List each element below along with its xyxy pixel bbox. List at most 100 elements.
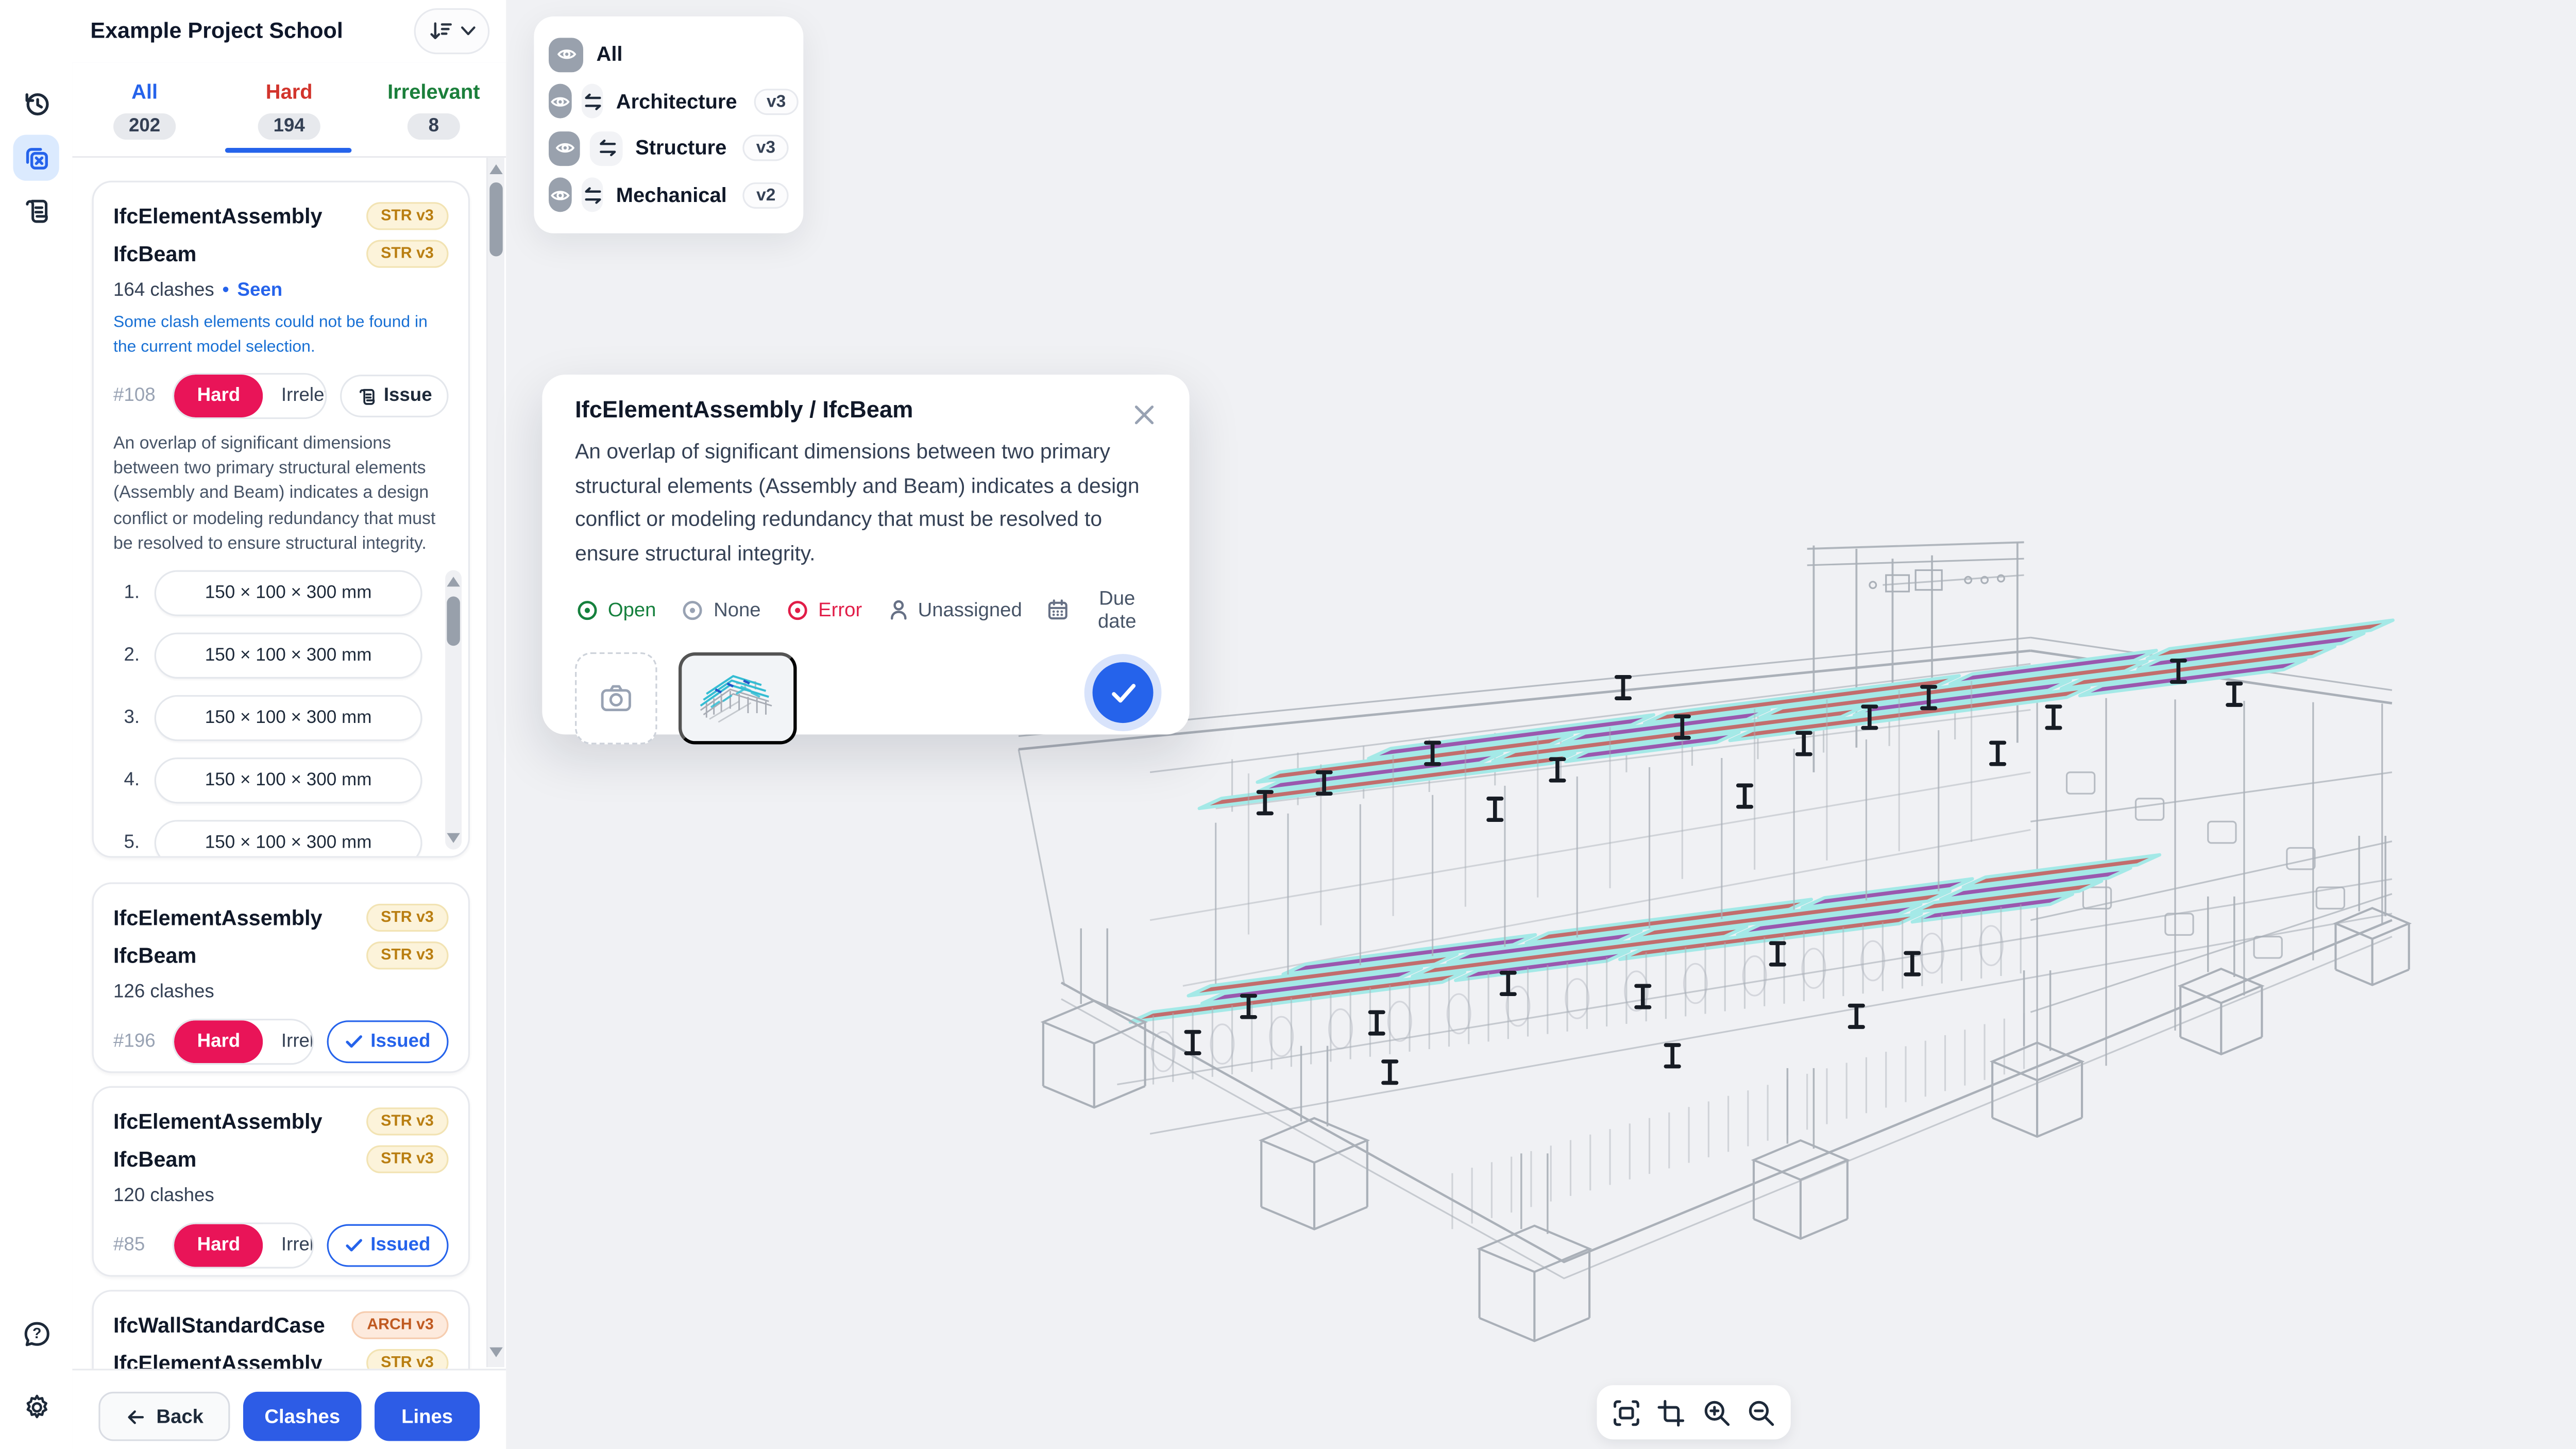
chevron-down-icon <box>459 25 476 38</box>
crop-icon <box>1656 1397 1686 1427</box>
dimension-pill[interactable]: 150 × 100 × 300 mm <box>155 820 422 857</box>
scroll-up-arrow[interactable] <box>447 577 460 586</box>
layer-row-mechanical: Mechanical v2 <box>549 172 789 218</box>
tab-irrelevant[interactable]: Irrelevant 8 <box>362 62 506 156</box>
layer-version-badge: v2 <box>743 182 789 208</box>
swap-arrows-icon <box>582 92 603 111</box>
layer-version-badge: v3 <box>743 135 788 161</box>
irrelevant-toggle-button[interactable]: Irrelevant <box>263 1020 313 1063</box>
clash-card[interactable]: IfcElementAssembly STR v3 IfcBeam STR v3… <box>92 1086 470 1277</box>
sort-icon <box>428 20 453 43</box>
status-none-chip[interactable]: None <box>681 597 760 622</box>
eye-icon <box>553 137 577 160</box>
clash-id: #85 <box>113 1236 159 1255</box>
layer-label: Mechanical <box>616 183 727 207</box>
seen-bullet: • <box>223 280 229 300</box>
hard-toggle-button[interactable]: Hard <box>174 1224 263 1267</box>
dimension-pill[interactable]: 150 × 100 × 300 mm <box>155 695 422 741</box>
dimension-pill[interactable]: 150 × 100 × 300 mm <box>155 570 422 616</box>
swap-version-mechanical-button[interactable] <box>582 178 603 212</box>
clash-id: #196 <box>113 1032 159 1052</box>
visibility-architecture-button[interactable] <box>549 84 572 119</box>
clash-icon <box>21 142 52 174</box>
calendar-icon <box>1047 598 1070 621</box>
scroll-down-arrow[interactable] <box>447 833 460 843</box>
dim-number: 4. <box>113 771 140 790</box>
dim-number: 2. <box>113 646 140 665</box>
report-button[interactable] <box>13 188 59 233</box>
issued-button[interactable]: Issued <box>326 1224 448 1267</box>
zoom-out-button[interactable] <box>1745 1396 1778 1429</box>
settings-button[interactable] <box>13 1384 59 1429</box>
scroll-down-arrow[interactable] <box>489 1347 503 1357</box>
assignee-chip[interactable]: Unassigned <box>887 598 1022 621</box>
back-button[interactable]: Back <box>98 1392 230 1441</box>
assignee-label: Unassigned <box>918 598 1022 621</box>
add-screenshot-button[interactable] <box>575 652 657 745</box>
issued-label: Issued <box>370 1236 430 1255</box>
history-button[interactable] <box>13 80 59 126</box>
model-badge: STR v3 <box>366 1145 448 1173</box>
model-badge: STR v3 <box>366 202 448 230</box>
dialog-close-button[interactable] <box>1133 398 1166 431</box>
tab-hard-count: 194 <box>259 112 320 139</box>
lines-button[interactable]: Lines <box>375 1392 480 1441</box>
tab-all[interactable]: All 202 <box>72 62 217 156</box>
list-item: 2. 150 × 100 × 300 mm <box>113 633 422 679</box>
layer-row-architecture: Architecture v3 <box>549 78 789 125</box>
icon-rail: ? <box>0 0 72 1449</box>
visibility-mechanical-button[interactable] <box>549 178 572 212</box>
status-error-chip[interactable]: Error <box>785 597 862 622</box>
list-item: 1. 150 × 100 × 300 mm <box>113 570 422 616</box>
clash-card[interactable]: IfcElementAssembly STR v3 IfcBeam STR v3… <box>92 181 470 858</box>
clash-screenshot-thumbnail[interactable] <box>679 652 797 745</box>
dimension-pill[interactable]: 150 × 100 × 300 mm <box>155 633 422 679</box>
irrelevant-toggle-button[interactable]: Irrelevant <box>263 375 326 417</box>
visibility-all-button[interactable] <box>549 38 583 72</box>
irrelevant-toggle-button[interactable]: Irrelevant <box>263 1224 313 1267</box>
layer-label: Structure <box>635 137 726 160</box>
fit-view-button[interactable] <box>1609 1396 1642 1429</box>
app: ? Example Project School <box>0 0 2576 1449</box>
card-scrollbar[interactable] <box>445 570 462 850</box>
tab-irrelevant-count: 8 <box>408 112 460 139</box>
status-ring-icon <box>681 597 705 622</box>
clashes-nav-button[interactable] <box>13 134 59 180</box>
status-open-label: Open <box>608 598 656 621</box>
eye-icon <box>554 43 578 66</box>
confirm-button[interactable] <box>1093 662 1154 723</box>
swap-version-architecture-button[interactable] <box>582 84 603 119</box>
hard-toggle-button[interactable]: Hard <box>174 375 263 417</box>
due-date-chip[interactable]: Due date <box>1047 586 1157 632</box>
swap-version-structure-button[interactable] <box>590 131 622 165</box>
dim-number: 5. <box>113 833 140 853</box>
issue-button[interactable]: Issue <box>340 375 449 417</box>
tab-hard[interactable]: Hard 194 <box>217 62 362 156</box>
crop-button[interactable] <box>1655 1396 1688 1429</box>
dimension-pill[interactable]: 150 × 100 × 300 mm <box>155 757 422 803</box>
clashes-button[interactable]: Clashes <box>243 1392 362 1441</box>
hard-toggle-button[interactable]: Hard <box>174 1020 263 1063</box>
clash-id: #108 <box>113 386 159 406</box>
zoom-in-icon <box>1702 1397 1731 1427</box>
clash-card[interactable]: IfcElementAssembly STR v3 IfcBeam STR v3… <box>92 882 470 1073</box>
help-button[interactable]: ? <box>13 1309 59 1355</box>
visibility-structure-button[interactable] <box>549 131 581 165</box>
issued-button[interactable]: Issued <box>326 1020 448 1063</box>
scrollbar-thumb[interactable] <box>489 182 503 256</box>
close-icon <box>1133 403 1155 425</box>
issue-scroll-icon <box>356 385 377 407</box>
layers-panel: All Architecture v3 <box>534 16 803 233</box>
status-ring-icon <box>575 597 600 622</box>
list-item: 5. 150 × 100 × 300 mm <box>113 820 422 857</box>
scrollbar-thumb[interactable] <box>447 597 460 646</box>
fit-screen-icon <box>1611 1397 1640 1427</box>
list-scrollbar[interactable] <box>486 158 504 1367</box>
status-open-chip[interactable]: Open <box>575 597 656 622</box>
zoom-in-button[interactable] <box>1700 1396 1733 1429</box>
sort-button[interactable] <box>414 8 490 54</box>
check-icon <box>344 1034 362 1050</box>
scroll-up-arrow[interactable] <box>489 164 503 174</box>
tab-irrelevant-label: Irrelevant <box>387 80 480 103</box>
help-icon: ? <box>21 1317 52 1349</box>
